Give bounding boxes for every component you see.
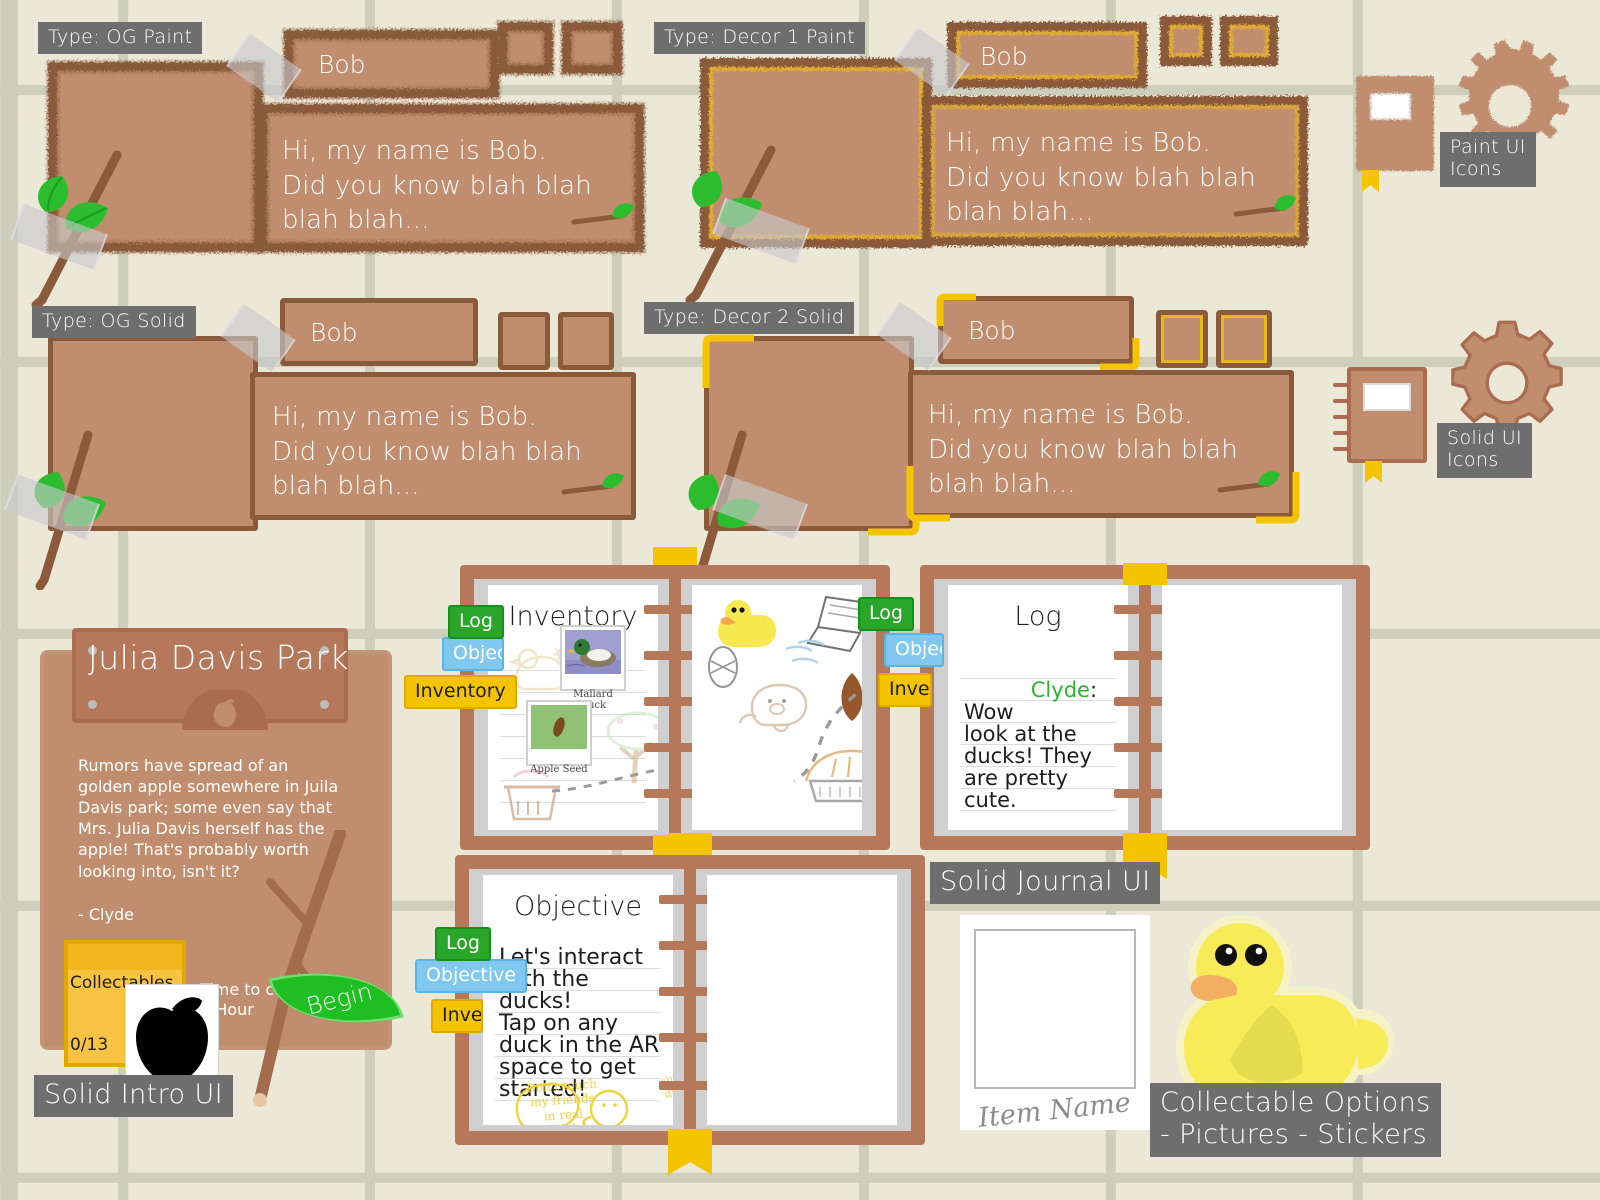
page-title: Log — [1014, 601, 1062, 632]
speaker-name: Bob — [980, 42, 1028, 71]
variant-type-label: Type: OG Solid — [32, 306, 196, 339]
inventory-journal: Inventory Mallard Duck Apple Seed Log Ob… — [404, 547, 890, 881]
journal-bookmark-icon — [1365, 461, 1382, 483]
dialogue-body-text: Hi, my name is Bob. Did you know blah bl… — [946, 128, 1256, 228]
icon-set-label: Paint UI Icons — [1440, 132, 1536, 187]
spiral-ring-1 — [1333, 383, 1349, 387]
item-card-apple-seed[interactable] — [526, 700, 592, 766]
apple-seed-picture — [531, 705, 587, 749]
dialogue-variant-og-paint: Type: OG Paint Bob Hi, my name is Bob. D… — [0, 0, 660, 310]
page-title: Julia Davis Park — [88, 638, 350, 677]
tab-log[interactable]: Log — [448, 605, 504, 639]
screw-bottom-left — [88, 700, 97, 709]
collectable-options: Item Name Collectable Options - Pictures… — [960, 915, 1580, 1165]
apple-collectable-card[interactable] — [126, 985, 218, 1081]
book-spine — [1114, 579, 1176, 836]
speaker-name: Bob — [968, 316, 1016, 345]
journal-book-icon[interactable] — [1356, 76, 1434, 171]
action-button-2[interactable] — [558, 312, 614, 370]
action-button-1[interactable] — [1156, 310, 1208, 368]
corner-accent-name — [936, 293, 1140, 371]
item-card-mallard-duck[interactable] — [560, 625, 626, 691]
action-button-1[interactable] — [498, 22, 553, 74]
tab-inventory[interactable]: Inventory — [431, 999, 483, 1033]
log-entries: Clyde: Wow look at the ducks! They are p… — [964, 657, 1118, 830]
apple-icon — [136, 997, 208, 1079]
log-book: Log Clyde: Wow look at the ducks! They a… — [920, 565, 1370, 850]
section-label-collectables: Collectable Options - Pictures - Sticker… — [1150, 1083, 1441, 1157]
spiral-ring-4 — [1333, 431, 1349, 435]
mallard-duck-picture — [565, 630, 621, 674]
dialogue-body-text: Hi, my name is Bob. Did you know blah bl… — [272, 402, 582, 502]
book-spine — [659, 869, 721, 1131]
speaker-name: Bob — [318, 50, 366, 79]
objective-book: Objective Let's interact with the ducks!… — [455, 855, 925, 1145]
log-entry-1: : — [1089, 678, 1098, 702]
portrait-frame — [48, 62, 263, 252]
tab-objective[interactable]: Objective — [442, 637, 504, 671]
item-card-apple-seed-label: Apple Seed — [530, 764, 588, 775]
journal-cover-label — [1363, 383, 1411, 411]
collectables-count: 0/13 — [70, 1035, 109, 1055]
log-right-page — [1162, 585, 1342, 830]
journal-book-icon[interactable] — [1347, 367, 1427, 463]
spiral-ring-2 — [1333, 399, 1349, 403]
section-label-journal: Solid Journal UI — [930, 862, 1161, 904]
action-button-1[interactable] — [498, 312, 550, 370]
dialogue-variant-decor1-paint: Type: Decor 1 Paint Bob Hi, my name is B… — [654, 0, 1320, 305]
action-button-2[interactable] — [562, 22, 622, 74]
bookmark-bottom — [668, 1129, 712, 1175]
inventory-book: Inventory Mallard Duck Apple Seed — [460, 565, 890, 850]
journal-cover-label — [1370, 93, 1411, 120]
apple-emblem-icon — [182, 690, 268, 730]
speaker-name-box — [947, 22, 1147, 88]
section-label-intro: Solid Intro UI — [34, 1075, 233, 1117]
tab-inventory[interactable]: Inventory — [878, 673, 932, 707]
bookmark-top — [1123, 563, 1167, 585]
variant-type-label: Type: OG Paint — [38, 22, 203, 55]
objective-journal: Objective Let's interact with the ducks!… — [415, 833, 925, 1175]
spiral-ring-5 — [1333, 447, 1349, 451]
action-button-2[interactable] — [1220, 16, 1278, 66]
book-spine — [644, 579, 706, 836]
dialogue-body-text: Hi, my name is Bob. Did you know blah bl… — [282, 136, 592, 236]
tab-objective[interactable]: Objective — [884, 633, 944, 667]
icon-set-label: Solid UI Icons — [1437, 423, 1533, 478]
tab-log[interactable]: Log — [858, 597, 914, 631]
tab-log[interactable]: Log — [435, 927, 491, 961]
dialogue-variant-decor2-solid: Type: Decor 2 Solid Bob Hi, my name is B… — [644, 280, 1320, 597]
objective-left-page: Objective Let's interact with the ducks!… — [483, 875, 673, 1125]
polaroid-frame — [974, 929, 1136, 1089]
journal-bookmark-icon — [1362, 170, 1379, 192]
speaker-name-box — [284, 30, 499, 98]
paint-ui-icon-set: Paint UI Icons — [1330, 20, 1590, 220]
variant-type-label: Type: Decor 1 Paint — [654, 22, 866, 55]
doodle-speech-text: Don't touch my friends in real life! — [525, 1076, 598, 1125]
log-left-page: Log Clyde: Wow look at the ducks! They a… — [948, 585, 1128, 830]
action-button-2[interactable] — [1216, 310, 1272, 368]
page-title: Objective — [513, 891, 643, 922]
action-button-1[interactable] — [1160, 16, 1212, 66]
tab-objective[interactable]: Objective — [415, 959, 528, 993]
solid-ui-icon-set: Solid UI Icons — [1325, 305, 1595, 515]
inventory-right-page — [692, 585, 862, 830]
rubber-duck-sticker — [1176, 915, 1395, 1107]
dialogue-body-text: Hi, my name is Bob. Did you know blah bl… — [928, 400, 1238, 500]
variant-type-label: Type: Decor 2 Solid — [644, 302, 855, 335]
dialogue-variant-og-solid: Type: OG Solid Bob Hi, my name is Bob. D… — [0, 280, 660, 590]
water-sketch — [785, 645, 819, 665]
solid-intro-ui: Julia Davis Park Rumors have spread of a… — [30, 610, 450, 1140]
objective-right-page — [707, 875, 897, 1125]
log-journal: Log Clyde: Wow look at the ducks! They a… — [858, 563, 1370, 879]
screw-bottom-right — [320, 700, 329, 709]
spiral-ring-3 — [1333, 415, 1349, 419]
tab-inventory[interactable]: Inventory — [404, 675, 517, 709]
intro-author: - Clyde — [78, 905, 134, 924]
speaker-name: Bob — [310, 318, 358, 347]
log-speaker-clyde: Clyde — [1030, 678, 1090, 702]
